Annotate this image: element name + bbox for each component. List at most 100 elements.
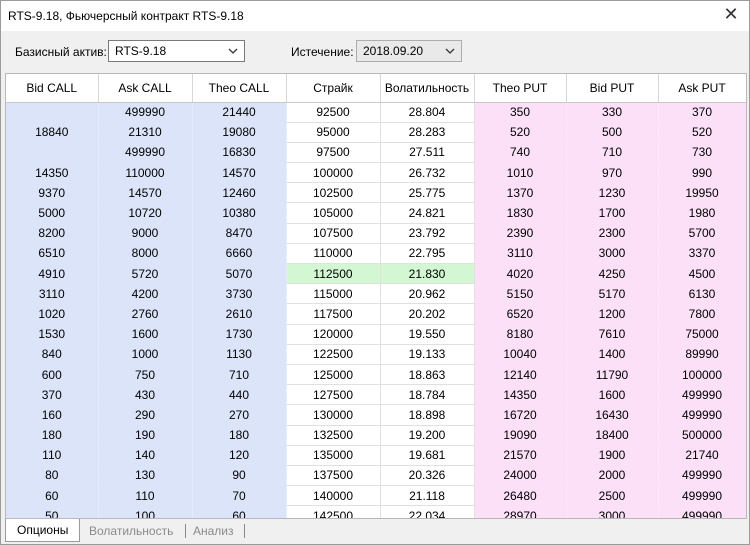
table-cell: 16830 (192, 142, 287, 164)
table-row[interactable]: 1020 2760 2610 117500 20.202 6520 1200 7800 (6, 303, 746, 325)
table-cell: 90 (192, 465, 287, 487)
table-row[interactable]: 160 290 270 130000 18.898 16720 16430 499990 (6, 404, 746, 426)
table-row[interactable]: 110 140 120 135000 19.681 21570 1900 21740 (6, 445, 746, 466)
tab-volatility[interactable]: Волатильность (81, 521, 181, 541)
table-cell: 102500 (286, 182, 381, 204)
table-cell: 1400 (566, 344, 659, 365)
table-cell: 127500 (286, 384, 381, 406)
table-cell: 19.681 (380, 445, 475, 466)
table-cell: 110 (6, 445, 99, 466)
table-cell: 21570 (474, 445, 567, 466)
table-row[interactable]: 4910 5720 5070 112500 21.830 4020 4250 4500 (6, 263, 746, 285)
column-header[interactable]: Страйк (286, 74, 381, 103)
table-cell: 4910 (6, 263, 99, 285)
table-row[interactable]: 8200 9000 8470 107500 23.792 2390 2300 5700 (6, 223, 746, 244)
table-cell: 1230 (566, 182, 659, 204)
column-header[interactable]: Ask PUT (658, 74, 746, 103)
table-cell: 132500 (286, 425, 381, 446)
table-cell: 105000 (286, 202, 381, 224)
table-row[interactable]: 18840 21310 19080 95000 28.283 520 500 520 (6, 122, 746, 143)
column-header[interactable]: Bid CALL (6, 74, 99, 103)
chevron-down-icon (228, 48, 238, 54)
column-header[interactable]: Theo CALL (192, 74, 287, 103)
table-row[interactable]: 180 190 180 132500 19.200 19090 18400 500000 (6, 425, 746, 446)
table-cell: 19080 (192, 122, 287, 143)
table-cell: 520 (474, 122, 567, 143)
table-row[interactable]: 9370 14570 12460 102500 25.775 1370 1230 19950 (6, 182, 746, 204)
tab-analysis[interactable]: Анализ (185, 521, 242, 541)
table-row[interactable]: 600 750 710 125000 18.863 12140 11790 100000 (6, 364, 746, 386)
table-row[interactable]: 1530 1600 1730 120000 19.550 8180 7610 75000 (6, 324, 746, 345)
table-cell: 730 (658, 142, 746, 164)
table-cell: 2300 (566, 223, 659, 244)
table-row[interactable]: 5000 10720 10380 105000 24.821 1830 1700 1980 (6, 202, 746, 224)
table-cell: 8180 (474, 324, 567, 345)
table-cell: 1000 (98, 344, 193, 365)
title-bar: RTS-9.18, Фьючерсный контракт RTS-9.18 ✕ (1, 1, 749, 31)
table-cell: 4200 (98, 283, 193, 305)
table-row[interactable]: 50 100 60 142500 22.034 28970 3000 499990 (6, 505, 746, 518)
table-cell: 990 (658, 162, 746, 184)
table-cell: 710 (192, 364, 287, 386)
table-cell: 3000 (566, 243, 659, 265)
table-cell: 1200 (566, 303, 659, 325)
table-row[interactable]: 80 130 90 137500 20.326 24000 2000 499990 (6, 465, 746, 487)
table-cell: 7610 (566, 324, 659, 345)
table-cell: 1730 (192, 324, 287, 345)
table-cell: 710 (566, 142, 659, 164)
table-row[interactable]: 499990 16830 97500 27.511 740 710 730 (6, 142, 746, 164)
table-cell: 125000 (286, 364, 381, 386)
table-row[interactable]: 499990 21440 92500 28.804 350 330 370 (6, 102, 746, 123)
table-row[interactable]: 14350 110000 14570 100000 26.732 1010 970 990 (6, 162, 746, 184)
table-row[interactable]: 840 1000 1130 122500 19.133 10040 1400 89990 (6, 344, 746, 365)
table-cell: 290 (98, 404, 193, 426)
table-row[interactable]: 370 430 440 127500 18.784 14350 1600 499990 (6, 384, 746, 406)
table-cell: 20.962 (380, 283, 475, 305)
table-cell: 499990 (658, 465, 746, 487)
column-header[interactable]: Ask CALL (98, 74, 193, 103)
table-cell: 18.784 (380, 384, 475, 406)
table-row[interactable]: 6510 8000 6660 110000 22.795 3110 3000 3370 (6, 243, 746, 265)
table-cell: 21740 (658, 445, 746, 466)
table-cell: 1130 (192, 344, 287, 365)
table-cell: 5700 (658, 223, 746, 244)
table-cell: 499990 (658, 404, 746, 426)
table-cell: 3370 (658, 243, 746, 265)
options-grid[interactable]: Bid CALL Ask CALL Theo CALL Страйк Волат… (5, 73, 747, 519)
column-header[interactable]: Theo PUT (474, 74, 567, 103)
column-header[interactable]: Bid PUT (566, 74, 659, 103)
table-cell: 180 (6, 425, 99, 446)
table-cell: 2390 (474, 223, 567, 244)
table-cell: 115000 (286, 283, 381, 305)
table-cell: 100000 (658, 364, 746, 386)
table-cell: 430 (98, 384, 193, 406)
table-cell: 8000 (98, 243, 193, 265)
table-cell: 500 (566, 122, 659, 143)
expiry-select[interactable]: 2018.09.20 (356, 40, 462, 62)
table-cell: 3110 (474, 243, 567, 265)
tab-options[interactable]: Опционы (5, 519, 81, 542)
table-cell: 18400 (566, 425, 659, 446)
table-cell: 14350 (474, 384, 567, 406)
table-row[interactable]: 60 110 70 140000 21.118 26480 2500 499990 (6, 485, 746, 507)
table-cell: 89990 (658, 344, 746, 365)
table-cell: 1700 (566, 202, 659, 224)
table-cell: 1600 (566, 384, 659, 406)
table-row[interactable]: 3110 4200 3730 115000 20.962 5150 5170 6130 (6, 283, 746, 305)
column-header[interactable]: Волатильность (380, 74, 475, 103)
table-cell: 140 (98, 445, 193, 466)
table-cell: 3000 (566, 505, 659, 518)
table-cell: 16430 (566, 404, 659, 426)
table-cell: 12140 (474, 364, 567, 386)
close-icon[interactable]: ✕ (719, 4, 743, 26)
table-cell: 120000 (286, 324, 381, 345)
table-cell: 50 (6, 505, 99, 518)
table-cell: 21.830 (380, 263, 475, 285)
table-cell: 500000 (658, 425, 746, 446)
table-cell: 499990 (658, 485, 746, 507)
table-cell: 14350 (6, 162, 99, 184)
table-cell: 750 (98, 364, 193, 386)
table-cell: 330 (566, 102, 659, 123)
base-asset-select[interactable]: RTS-9.18 (108, 40, 245, 62)
table-cell: 499990 (658, 384, 746, 406)
